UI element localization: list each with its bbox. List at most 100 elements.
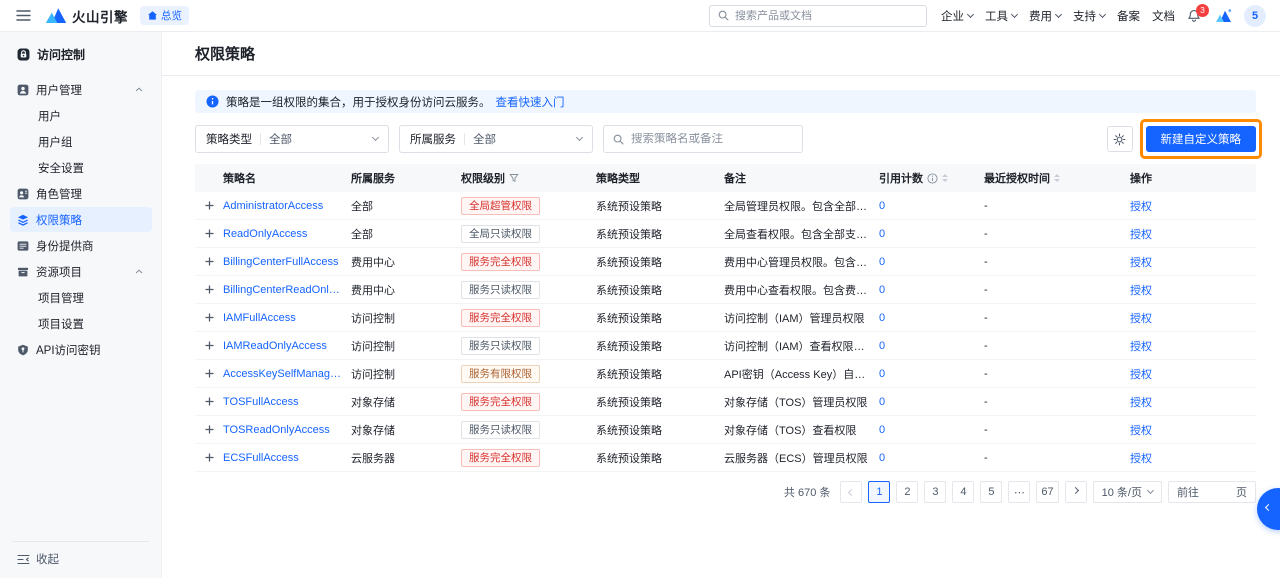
page-number-button[interactable]: 3	[924, 481, 946, 503]
prev-page-button[interactable]	[840, 481, 862, 503]
next-page-button[interactable]	[1065, 481, 1087, 503]
collapse-sidebar-button[interactable]: 收起	[0, 542, 161, 578]
policy-name-link[interactable]: BillingCenterFullAccess	[223, 256, 343, 268]
expand-row-button[interactable]	[205, 285, 214, 294]
sidebar-item[interactable]: 安全设置	[10, 155, 152, 180]
policy-name-link[interactable]: IAMFullAccess	[223, 312, 343, 324]
sidebar-item[interactable]: 用户	[10, 103, 152, 128]
sidebar-item[interactable]: 项目管理	[10, 285, 152, 310]
policy-name-link[interactable]: TOSReadOnlyAccess	[223, 424, 343, 436]
volcengine-logo[interactable]: 火山引擎	[45, 6, 128, 26]
policy-search-input[interactable]	[631, 133, 793, 145]
policy-name-link[interactable]: AdministratorAccess	[223, 200, 343, 212]
nav-menu-item[interactable]: 备案	[1117, 8, 1140, 24]
hamburger-menu-icon[interactable]	[16, 10, 31, 21]
ref-count-link[interactable]: 0	[879, 284, 976, 296]
user-avatar[interactable]: 5	[1244, 5, 1266, 27]
sidebar-item[interactable]: 项目设置	[10, 311, 152, 336]
expand-row-button[interactable]	[205, 341, 214, 350]
page-number-button[interactable]: 2	[896, 481, 918, 503]
authorize-link[interactable]: 授权	[1130, 201, 1152, 213]
expand-row-button[interactable]	[205, 397, 214, 406]
nav-menu-item[interactable]: 工具	[985, 8, 1017, 24]
table-settings-button[interactable]	[1107, 126, 1133, 152]
ref-count-link[interactable]: 0	[879, 424, 976, 436]
page-number-button[interactable]: 1	[868, 481, 890, 503]
authorize-link[interactable]: 授权	[1130, 285, 1152, 297]
create-custom-policy-button[interactable]: 新建自定义策略	[1146, 126, 1257, 152]
expand-row-button[interactable]	[205, 369, 214, 378]
authorize-link[interactable]: 授权	[1130, 313, 1152, 325]
authorize-link[interactable]: 授权	[1130, 425, 1152, 437]
last-auth-cell: -	[984, 256, 988, 268]
overview-badge[interactable]: 总览	[140, 6, 189, 25]
sidebar-root-label: 访问控制	[37, 46, 85, 63]
ref-count-link[interactable]: 0	[879, 228, 976, 240]
policy-name-link[interactable]: IAMReadOnlyAccess	[223, 340, 343, 352]
ref-count-link[interactable]: 0	[879, 368, 976, 380]
chevron-down-icon	[967, 10, 974, 17]
nav-menu-item[interactable]: 费用	[1029, 8, 1061, 24]
pagination: 共 670 条 1 2 3 4 5 ⋯ 67 10 条/页 前往 页	[195, 481, 1256, 503]
page-number-button[interactable]: ⋯	[1008, 481, 1030, 503]
policy-search[interactable]	[603, 125, 803, 153]
sidebar-item[interactable]: 身份提供商	[10, 233, 152, 258]
authorize-link[interactable]: 授权	[1130, 229, 1152, 241]
notifications-button[interactable]: 3	[1187, 9, 1201, 23]
page-number-button[interactable]: 5	[980, 481, 1002, 503]
column-header: 操作	[1130, 170, 1152, 186]
ref-count-link[interactable]: 0	[879, 312, 976, 324]
chevron-left-icon	[848, 488, 855, 495]
ref-count-link[interactable]: 0	[879, 256, 976, 268]
filter-funnel-icon[interactable]	[509, 173, 519, 183]
expand-row-button[interactable]	[205, 313, 214, 322]
console-mountain-icon[interactable]	[1215, 9, 1232, 23]
global-search[interactable]	[709, 5, 927, 27]
sidebar-item[interactable]: 用户管理	[10, 77, 152, 102]
ref-count-link[interactable]: 0	[879, 396, 976, 408]
expand-row-button[interactable]	[205, 201, 214, 210]
authorize-link[interactable]: 授权	[1130, 341, 1152, 353]
search-icon	[718, 10, 729, 21]
page-number-button[interactable]: 4	[952, 481, 974, 503]
authorize-link[interactable]: 授权	[1130, 257, 1152, 269]
nav-menu-item[interactable]: 文档	[1152, 8, 1175, 24]
sidebar-root-access-control[interactable]: 访问控制	[0, 32, 161, 63]
authorize-link[interactable]: 授权	[1130, 397, 1152, 409]
sidebar-item[interactable]: 权限策略	[10, 207, 152, 232]
quickstart-link[interactable]: 查看快速入门	[496, 94, 565, 110]
nav-menu-item[interactable]: 企业	[941, 8, 973, 24]
authorize-link[interactable]: 授权	[1130, 369, 1152, 381]
policy-name-link[interactable]: ECSFullAccess	[223, 452, 343, 464]
policy-name-link[interactable]: TOSFullAccess	[223, 396, 343, 408]
sort-icon[interactable]	[1054, 174, 1060, 182]
goto-page-input[interactable]	[1203, 486, 1233, 498]
page-number-button[interactable]: 67	[1036, 481, 1058, 503]
sidebar-item-label: 角色管理	[36, 186, 82, 202]
policy-name-link[interactable]: ReadOnlyAccess	[223, 228, 343, 240]
expand-row-button[interactable]	[205, 425, 214, 434]
ref-count-link[interactable]: 0	[879, 340, 976, 352]
column-header: 所属服务	[351, 170, 395, 186]
sidebar-item[interactable]: 资源项目	[10, 259, 152, 284]
sidebar-item[interactable]: API访问密钥	[10, 337, 152, 362]
global-search-input[interactable]	[735, 10, 918, 22]
ref-count-link[interactable]: 0	[879, 200, 976, 212]
sidebar-item[interactable]: 用户组	[10, 129, 152, 154]
logo-text: 火山引擎	[72, 6, 128, 26]
nav-menu-item[interactable]: 支持	[1073, 8, 1105, 24]
service-select[interactable]: 所属服务 全部	[399, 125, 593, 153]
authorize-link[interactable]: 授权	[1130, 453, 1152, 465]
sidebar-item[interactable]: 角色管理	[10, 181, 152, 206]
expand-row-button[interactable]	[205, 257, 214, 266]
page-numbers: 1 2 3 4 5 ⋯ 67	[868, 481, 1058, 503]
sort-icon[interactable]	[942, 174, 948, 182]
policy-type-select[interactable]: 策略类型 全部	[195, 125, 389, 153]
banner-text: 策略是一组权限的集合，用于授权身份访问云服务。	[226, 94, 491, 110]
policy-name-link[interactable]: BillingCenterReadOnlyAcce...	[223, 284, 343, 296]
policy-name-link[interactable]: AccessKeySelfManageAcc...	[223, 368, 343, 380]
ref-count-link[interactable]: 0	[879, 452, 976, 464]
expand-row-button[interactable]	[205, 229, 214, 238]
expand-row-button[interactable]	[205, 453, 214, 462]
page-size-select[interactable]: 10 条/页	[1093, 481, 1162, 503]
